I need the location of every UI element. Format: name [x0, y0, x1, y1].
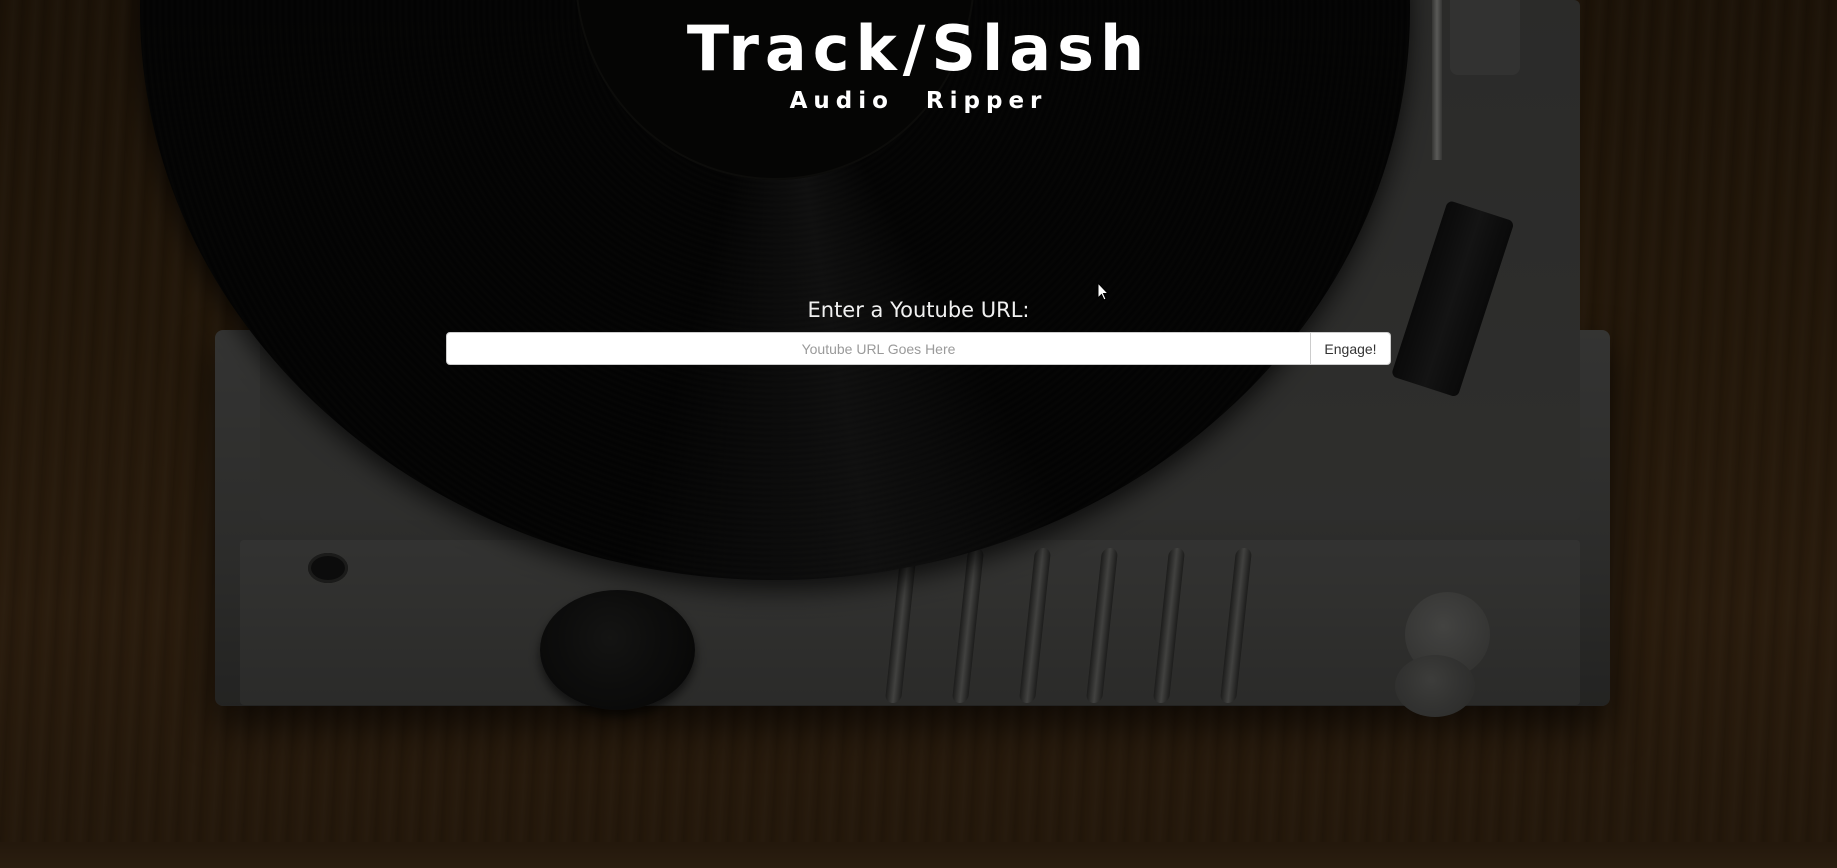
dark-overlay [0, 0, 1837, 868]
url-prompt-label: Enter a Youtube URL: [807, 298, 1030, 322]
site-title: Track/Slash [686, 12, 1151, 85]
engage-button[interactable]: Engage! [1311, 332, 1391, 365]
url-form: Engage! [446, 332, 1391, 365]
youtube-url-input[interactable] [446, 332, 1311, 365]
page: Track/Slash Audio Ripper Enter a Youtube… [0, 0, 1837, 868]
site-subtitle: Audio Ripper [789, 88, 1048, 114]
site-header: Track/Slash Audio Ripper [0, 12, 1837, 115]
